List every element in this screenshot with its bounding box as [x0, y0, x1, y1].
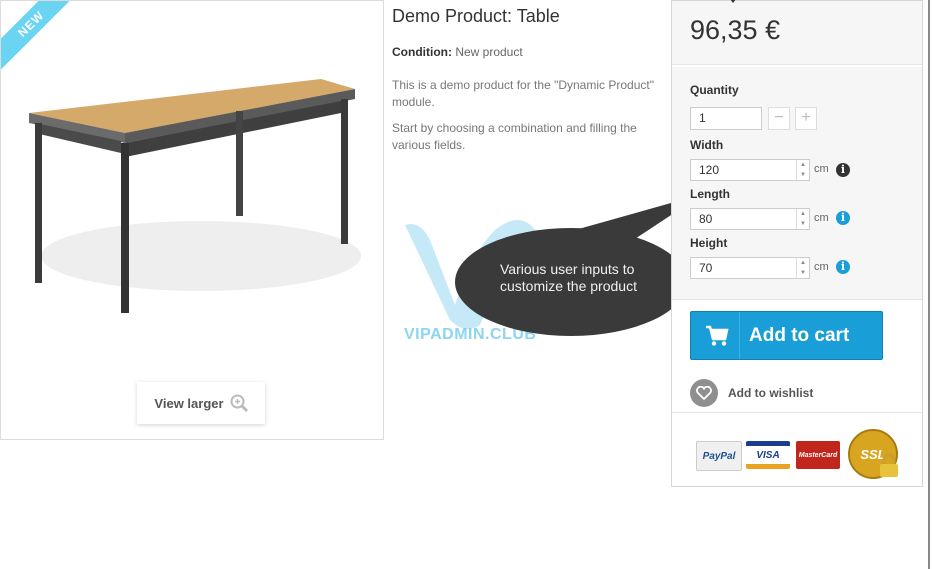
width-spinner[interactable]: ▲ ▼	[796, 160, 809, 180]
info-icon[interactable]: i	[836, 163, 850, 177]
width-label: Width	[690, 138, 724, 152]
length-label: Length	[690, 187, 730, 201]
product-description-1: This is a demo product for the "Dynamic …	[392, 78, 654, 109]
height-label: Height	[690, 236, 728, 250]
quantity-decrease-button[interactable]: −	[768, 107, 790, 130]
product-title: Demo Product: Table	[392, 6, 560, 26]
buy-box: 96,35 € Quantity 1 − + Width 120 ▲ ▼ cm i…	[671, 0, 923, 487]
width-input[interactable]: 120 ▲ ▼	[690, 159, 810, 181]
length-input[interactable]: 80 ▲ ▼	[690, 208, 810, 230]
info-icon[interactable]: i	[836, 260, 850, 274]
quantity-input[interactable]: 1	[690, 107, 762, 130]
length-unit: cm	[814, 212, 829, 224]
product-image-box: NEW View larger	[0, 0, 384, 440]
cart-button-divider	[739, 312, 740, 359]
pin-arrow-icon	[727, 0, 739, 3]
width-unit: cm	[814, 163, 829, 175]
product-description-2: Start by choosing a combination and fill…	[392, 121, 637, 152]
quantity-increase-button[interactable]: +	[795, 107, 817, 130]
product-condition: Condition: New product	[392, 45, 672, 59]
add-to-cart-button[interactable]: Add to cart	[690, 311, 883, 360]
condition-value: New product	[455, 45, 523, 59]
lock-icon	[880, 453, 898, 477]
new-badge: NEW	[1, 1, 82, 75]
wishlist-label: Add to wishlist	[728, 386, 814, 400]
callout-text: Various user inputs to customize the pro…	[500, 261, 637, 294]
paypal-logo: PayPal	[696, 441, 742, 471]
height-unit: cm	[814, 261, 829, 273]
product-options: Quantity 1 − + Width 120 ▲ ▼ cm i Length …	[672, 67, 922, 300]
zoom-icon	[230, 394, 248, 412]
view-larger-label: View larger	[154, 395, 224, 411]
height-input[interactable]: 70 ▲ ▼	[690, 257, 810, 279]
heart-icon	[690, 379, 718, 407]
callout-bubble: Various user inputs to customize the pro…	[455, 228, 687, 336]
product-image[interactable]	[21, 71, 361, 331]
cart-icon	[706, 325, 729, 346]
divider	[672, 412, 922, 413]
product-price: 96,35 €	[690, 15, 781, 45]
length-value: 80	[699, 212, 713, 226]
page-edge	[928, 0, 930, 569]
quantity-label: Quantity	[690, 83, 739, 97]
info-icon[interactable]: i	[836, 211, 850, 225]
condition-label: Condition:	[392, 45, 452, 59]
mastercard-logo: MasterCard	[796, 441, 840, 469]
height-spinner[interactable]: ▲ ▼	[796, 258, 809, 278]
height-value: 70	[699, 261, 713, 275]
view-larger-button[interactable]: View larger	[137, 382, 265, 424]
product-info: Demo Product: Table Condition: New produ…	[392, 6, 672, 163]
width-value: 120	[699, 163, 720, 177]
visa-logo: VISA	[746, 441, 790, 469]
add-to-wishlist-link[interactable]: Add to wishlist	[690, 379, 813, 407]
price-box: 96,35 €	[672, 1, 922, 65]
length-spinner[interactable]: ▲ ▼	[796, 209, 809, 229]
add-to-cart-label: Add to cart	[749, 325, 850, 346]
